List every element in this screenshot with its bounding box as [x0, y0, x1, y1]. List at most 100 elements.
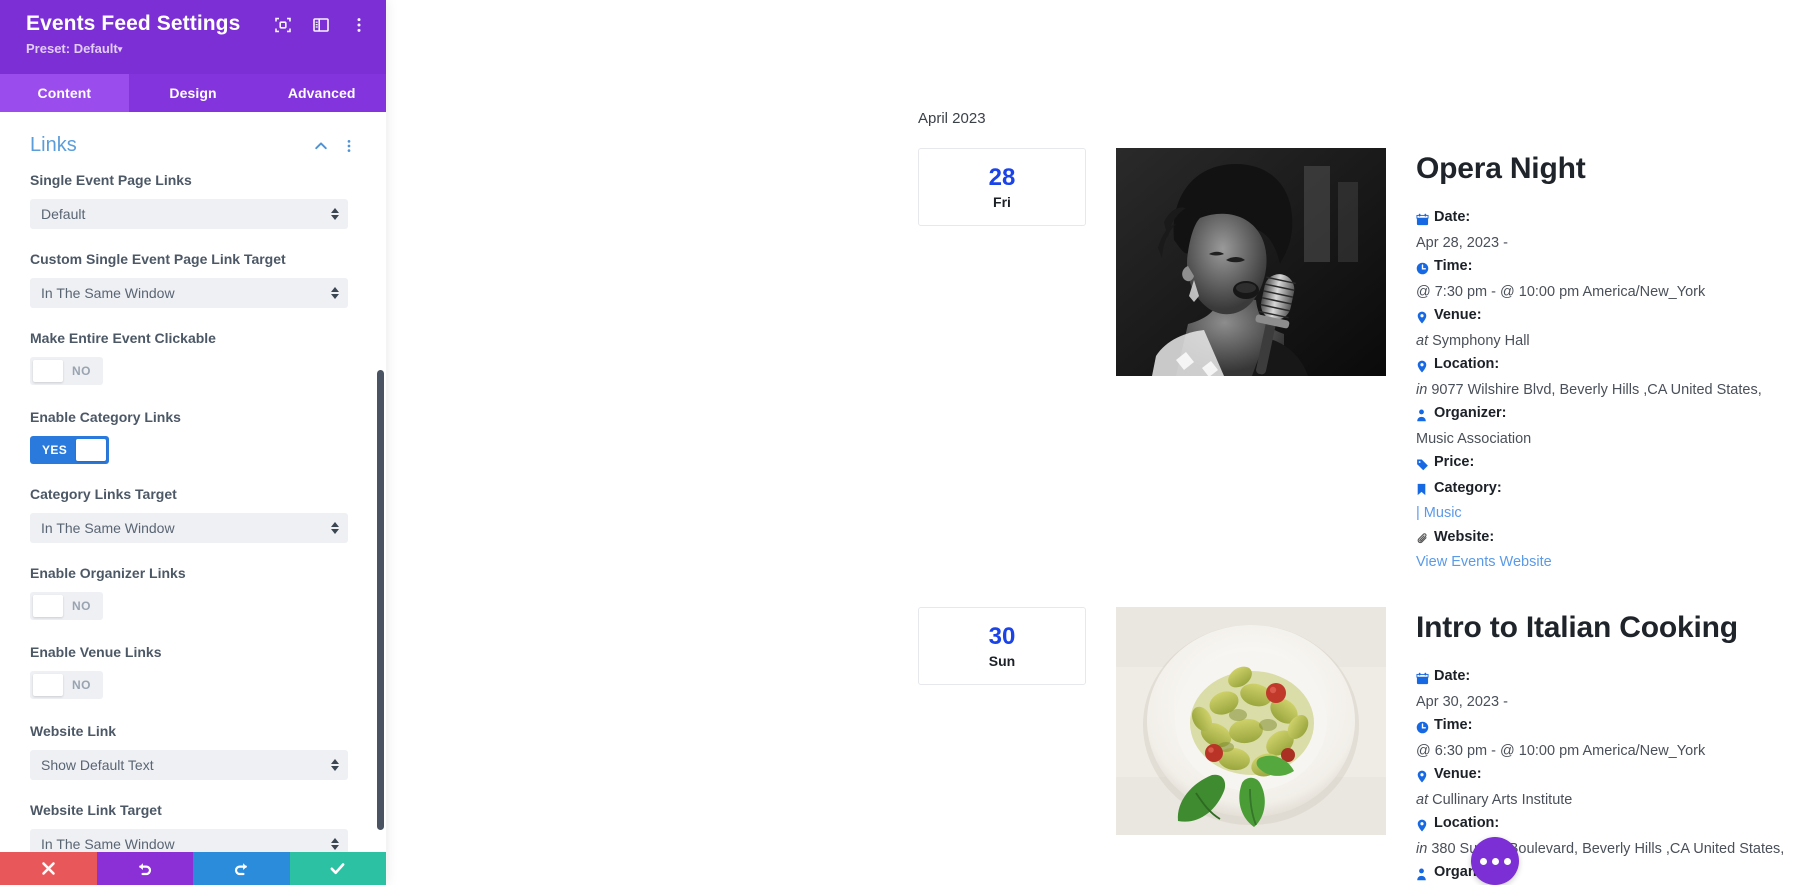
sidebar-scrollbar[interactable]: [377, 370, 384, 830]
settings-panel-body: Links Single Event Page Links Default Cu…: [0, 112, 386, 852]
custom-single-event-page-link-target-select[interactable]: In The Same Window: [30, 278, 348, 308]
meta-label: Location:: [1434, 356, 1500, 372]
bookmark-icon: [1416, 479, 1431, 503]
event-meta-date-label: Date:: [1416, 206, 1800, 232]
event-meta-organizer-value: Music Association: [1416, 430, 1532, 447]
tab-content[interactable]: Content: [0, 74, 129, 112]
field-label: Website Link Target: [30, 802, 162, 818]
chevron-up-icon[interactable]: [314, 138, 328, 154]
website-link-target-select[interactable]: In The Same Window: [30, 829, 348, 852]
links-section-header: Links: [30, 112, 356, 171]
event-meta-date-value: Apr 28, 2023 -: [1416, 234, 1508, 251]
event-details: Opera Night Date: Apr 28, 2023 - Time: @…: [1416, 148, 1800, 575]
preset-label: Preset: Default: [26, 41, 118, 56]
more-vertical-icon[interactable]: [350, 16, 368, 34]
field-label: Enable Venue Links: [30, 644, 162, 660]
month-label: April 2023: [918, 110, 986, 127]
event-category-link[interactable]: | Music: [1416, 502, 1800, 526]
field-website-link-target: Website Link Target In The Same Window: [30, 801, 356, 852]
redo-button[interactable]: [193, 852, 290, 885]
field-label: Website Link: [30, 723, 117, 739]
field-label: Category Links Target: [30, 486, 177, 502]
select-arrows-icon: [331, 522, 339, 534]
event-meta-location-label: Location:: [1416, 353, 1800, 379]
meta-label: Time:: [1434, 258, 1473, 274]
calendar-icon: [1416, 667, 1431, 691]
person-icon: [1416, 404, 1431, 428]
meta-label: Time:: [1434, 717, 1473, 733]
preset-selector[interactable]: Preset: Default▾: [26, 41, 368, 56]
more-horizontal-icon-dot: [1503, 857, 1511, 865]
calendar-icon: [1416, 208, 1431, 232]
event-meta-category-label: Category:: [1416, 477, 1800, 503]
map-pin-icon: [1416, 814, 1431, 838]
event-title: Opera Night: [1416, 152, 1586, 185]
meta-label: Date:: [1434, 668, 1471, 684]
select-arrows-icon: [331, 287, 339, 299]
meta-label: Organizer:: [1434, 405, 1507, 421]
sidebar-footer-actions: [0, 852, 386, 885]
section-more-vertical-icon[interactable]: [342, 138, 356, 154]
single-event-page-links-select[interactable]: Default: [30, 199, 348, 229]
location-prefix: in: [1416, 840, 1428, 857]
select-value: Show Default Text: [41, 757, 154, 773]
event-meta-location-label: Location:: [1416, 812, 1800, 838]
tab-design[interactable]: Design: [129, 74, 258, 112]
layout-panel-icon[interactable]: [312, 16, 330, 34]
meta-label: Venue:: [1434, 766, 1482, 782]
tab-advanced[interactable]: Advanced: [257, 74, 386, 112]
toggle-knob: [33, 595, 63, 617]
event-day-name: Fri: [993, 193, 1011, 210]
event-title: Intro to Italian Cooking: [1416, 611, 1738, 644]
meta-label: Venue:: [1434, 307, 1482, 323]
meta-label: Website:: [1434, 528, 1495, 545]
sidebar-header: Events Feed Settings Preset: Default▾: [0, 0, 386, 74]
toggle-knob: [76, 439, 107, 461]
event-meta-venue-label: Venue:: [1416, 304, 1800, 330]
meta-label: Category:: [1434, 479, 1502, 496]
settings-sidebar: Events Feed Settings Preset: Default▾ Co…: [0, 0, 386, 885]
website-link-select[interactable]: Show Default Text: [30, 750, 348, 780]
event-website-link[interactable]: View Events Website: [1416, 551, 1800, 575]
meta-label: Location:: [1434, 815, 1500, 831]
paperclip-icon: [1416, 528, 1431, 552]
location-value: 9077 Wilshire Blvd, Beverly Hills ,CA Un…: [1431, 381, 1762, 398]
category-links-target-select[interactable]: In The Same Window: [30, 513, 348, 543]
field-label: Single Event Page Links: [30, 172, 192, 188]
map-pin-icon: [1416, 765, 1431, 789]
focus-icon[interactable]: [274, 16, 292, 34]
event-meta-venue-value: at Cullinary Arts Institute: [1416, 789, 1800, 813]
toggle-value: NO: [72, 599, 91, 613]
select-arrows-icon: [331, 759, 339, 771]
save-button[interactable]: [289, 852, 386, 885]
toggle-value: NO: [72, 678, 91, 692]
enable-organizer-links-toggle[interactable]: NO: [30, 592, 103, 620]
event-day-name: Sun: [988, 652, 1016, 669]
floating-menu-button[interactable]: [1471, 837, 1519, 885]
enable-venue-links-toggle[interactable]: NO: [30, 671, 103, 699]
tag-icon: [1416, 453, 1431, 477]
person-icon: [1416, 863, 1431, 885]
event-details: Intro to Italian Cooking Date: Apr 30, 2…: [1416, 607, 1800, 885]
clock-icon: [1416, 716, 1431, 740]
more-horizontal-icon-dot: [1479, 857, 1487, 865]
event-date-box: 30 Sun: [918, 607, 1086, 685]
select-value: In The Same Window: [41, 285, 175, 301]
event-item: 30 Sun Intro to Italian Cooking Date: Ap…: [918, 607, 1800, 885]
select-value: In The Same Window: [41, 520, 175, 536]
app-root: Events Feed Settings Preset: Default▾ Co…: [0, 0, 1800, 885]
field-make-entire-event-clickable: Make Entire Event Clickable NO: [30, 329, 356, 387]
event-meta-website-label: Website:: [1416, 526, 1800, 552]
meta-label: Date:: [1434, 209, 1471, 225]
section-title: Links: [30, 134, 77, 156]
enable-category-links-toggle[interactable]: YES: [30, 436, 110, 464]
select-arrows-icon: [331, 208, 339, 220]
event-thumbnail-cooking[interactable]: [1116, 607, 1386, 835]
map-pin-icon: [1416, 306, 1431, 330]
event-thumbnail-opera[interactable]: [1116, 148, 1386, 376]
close-button[interactable]: [0, 852, 97, 885]
make-entire-event-clickable-toggle[interactable]: NO: [30, 357, 103, 385]
venue-value: Symphony Hall: [1432, 332, 1530, 349]
undo-button[interactable]: [96, 852, 193, 885]
event-meta-time-value: @ 7:30 pm - @ 10:00 pm America/New_York: [1416, 283, 1706, 300]
